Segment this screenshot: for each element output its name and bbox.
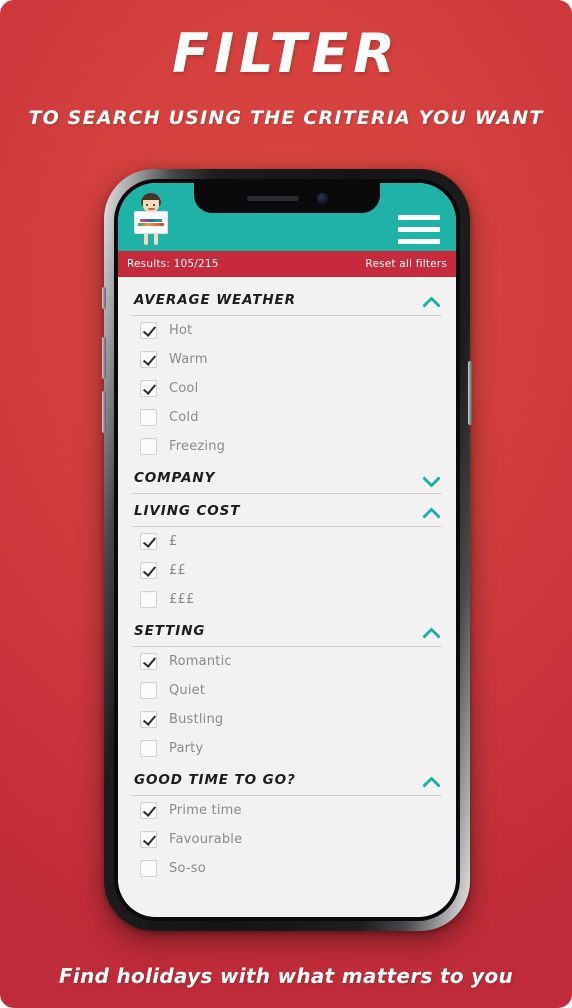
filter-list: AVERAGE WEATHER Hot Warm Cool Cold Freezing CO… [118,277,456,917]
filter-option-row[interactable]: Cold [132,403,442,432]
hamburger-bar-3 [398,239,440,244]
filter-section-header[interactable]: COMPANY [132,461,442,494]
checkbox-checked-icon[interactable] [140,711,157,728]
chevron-up-icon[interactable] [423,295,440,306]
app-logo[interactable] [130,191,172,249]
checkbox-checked-icon[interactable] [140,802,157,819]
filter-option-label: Bustling [169,712,224,727]
checkbox-checked-icon[interactable] [140,322,157,339]
filter-option-label: £ [169,534,178,549]
filter-option-row[interactable]: Bustling [132,705,442,734]
filter-option-row[interactable]: £££ [132,585,442,614]
phone-volume-up-button [102,337,106,379]
promo-poster: FILTER TO SEARCH USING THE CRITERIA YOU … [0,0,572,1008]
filter-section-title: SETTING [134,623,206,639]
results-count: Results: 105/215 [127,258,219,270]
filter-option-label: Cold [169,410,199,425]
results-bar: Results: 105/215 Reset all filters [118,251,456,277]
phone-bezel: Results: 105/215 Reset all filters AVERA… [114,179,460,921]
filter-option-label: Quiet [169,683,206,698]
chevron-up-icon[interactable] [423,775,440,786]
logo-sign [134,211,168,234]
checkbox-checked-icon[interactable] [140,351,157,368]
filter-option-row[interactable]: Hot [132,316,442,345]
logo-eye-right [153,204,155,206]
hamburger-bar-2 [398,227,440,232]
filter-section-header[interactable]: SETTING [132,614,442,647]
logo-eye-left [146,204,148,206]
page-subtitle: TO SEARCH USING THE CRITERIA YOU WANT [28,107,544,129]
checkbox-checked-icon[interactable] [140,533,157,550]
checkbox-unchecked-icon[interactable] [140,682,157,699]
reset-all-filters-button[interactable]: Reset all filters [365,258,447,270]
filter-option-label: Prime time [169,803,242,818]
chevron-up-icon[interactable] [423,626,440,637]
filter-option-label: Warm [169,352,208,367]
phone-silent-switch [102,287,106,309]
logo-leg-right [154,234,158,245]
logo-mouth [148,208,155,210]
filter-option-row[interactable]: Cool [132,374,442,403]
phone-notch [194,183,380,213]
phone-mockup: Results: 105/215 Reset all filters AVERA… [102,169,472,931]
filter-section-header[interactable]: LIVING COST [132,494,442,527]
filter-section-title: GOOD TIME TO GO? [134,772,296,788]
filter-option-row[interactable]: So-so [132,854,442,883]
filter-option-row[interactable]: Romantic [132,647,442,676]
filter-section-header[interactable]: GOOD TIME TO GO? [132,763,442,796]
filter-option-label: Romantic [169,654,232,669]
page-tagline: Find holidays with what matters to you [58,964,514,988]
filter-section-title: AVERAGE WEATHER [134,292,296,308]
hamburger-bar-1 [398,215,440,220]
front-camera-icon [316,192,328,204]
logo-sign-line-2 [138,223,164,226]
filter-option-row[interactable]: Quiet [132,676,442,705]
phone-power-button [468,361,472,425]
filter-option-row[interactable]: Freezing [132,432,442,461]
filter-option-row[interactable]: Warm [132,345,442,374]
checkbox-checked-icon[interactable] [140,653,157,670]
filter-option-label: Freezing [169,439,226,454]
filter-option-label: Favourable [169,832,243,847]
checkbox-unchecked-icon[interactable] [140,740,157,757]
checkbox-unchecked-icon[interactable] [140,860,157,877]
chevron-up-icon[interactable] [423,506,440,517]
filter-section-title: COMPANY [134,470,216,486]
checkbox-checked-icon[interactable] [140,562,157,579]
checkbox-unchecked-icon[interactable] [140,409,157,426]
filter-option-label: So-so [169,861,206,876]
filter-option-label: Cool [169,381,199,396]
logo-sign-line-1 [140,219,162,222]
page-title: FILTER [172,22,400,85]
filter-option-label: £££ [169,592,195,607]
filter-option-row[interactable]: £ [132,527,442,556]
checkbox-unchecked-icon[interactable] [140,438,157,455]
filter-option-row[interactable]: Party [132,734,442,763]
checkbox-checked-icon[interactable] [140,380,157,397]
filter-option-row[interactable]: ££ [132,556,442,585]
filter-option-label: Party [169,741,204,756]
filter-option-label: Hot [169,323,193,338]
filter-option-label: ££ [169,563,186,578]
chevron-down-icon[interactable] [423,473,440,484]
logo-leg-left [144,234,148,245]
filter-section-title: LIVING COST [134,503,241,519]
filter-option-row[interactable]: Favourable [132,825,442,854]
hamburger-icon[interactable] [398,215,440,244]
filter-section-header[interactable]: AVERAGE WEATHER [132,283,442,316]
checkbox-checked-icon[interactable] [140,831,157,848]
phone-volume-down-button [102,391,106,433]
earpiece-speaker-icon [246,195,299,201]
checkbox-unchecked-icon[interactable] [140,591,157,608]
filter-option-row[interactable]: Prime time [132,796,442,825]
phone-screen: Results: 105/215 Reset all filters AVERA… [118,183,456,917]
